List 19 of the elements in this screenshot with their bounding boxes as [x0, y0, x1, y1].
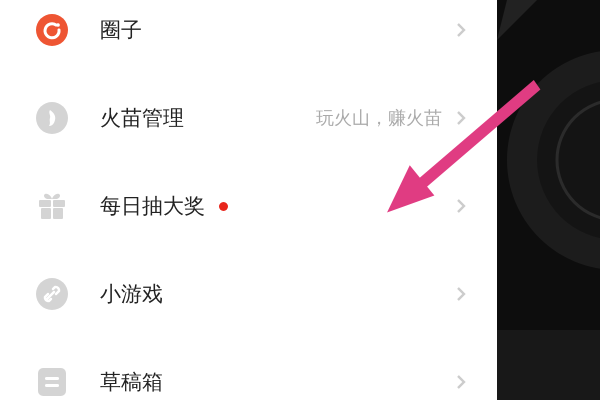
flame-icon: [36, 102, 68, 134]
menu-item[interactable]: 小游戏: [0, 250, 497, 338]
menu-label: 小游戏: [100, 281, 163, 308]
link-icon: [36, 278, 68, 310]
menu-item[interactable]: 火苗管理 玩火山，赚火苗: [0, 74, 497, 162]
chevron-icon: [456, 22, 466, 38]
menu-item[interactable]: 草稿箱: [0, 338, 497, 400]
chevron-icon: [456, 286, 466, 302]
ring-icon: [36, 14, 68, 46]
chevron-icon: [456, 374, 466, 390]
chevron-icon: [456, 110, 466, 126]
menu-label: 火苗管理: [100, 105, 184, 132]
menu-subtitle: 玩火山，赚火苗: [316, 107, 442, 130]
menu-item[interactable]: 每日抽大奖: [0, 162, 497, 250]
menu-label: 圈子: [100, 17, 142, 44]
menu-label: 每日抽大奖: [100, 193, 205, 220]
chevron-icon: [456, 198, 466, 214]
menu-label: 草稿箱: [100, 369, 163, 396]
menu-item[interactable]: 圈子: [0, 0, 497, 74]
